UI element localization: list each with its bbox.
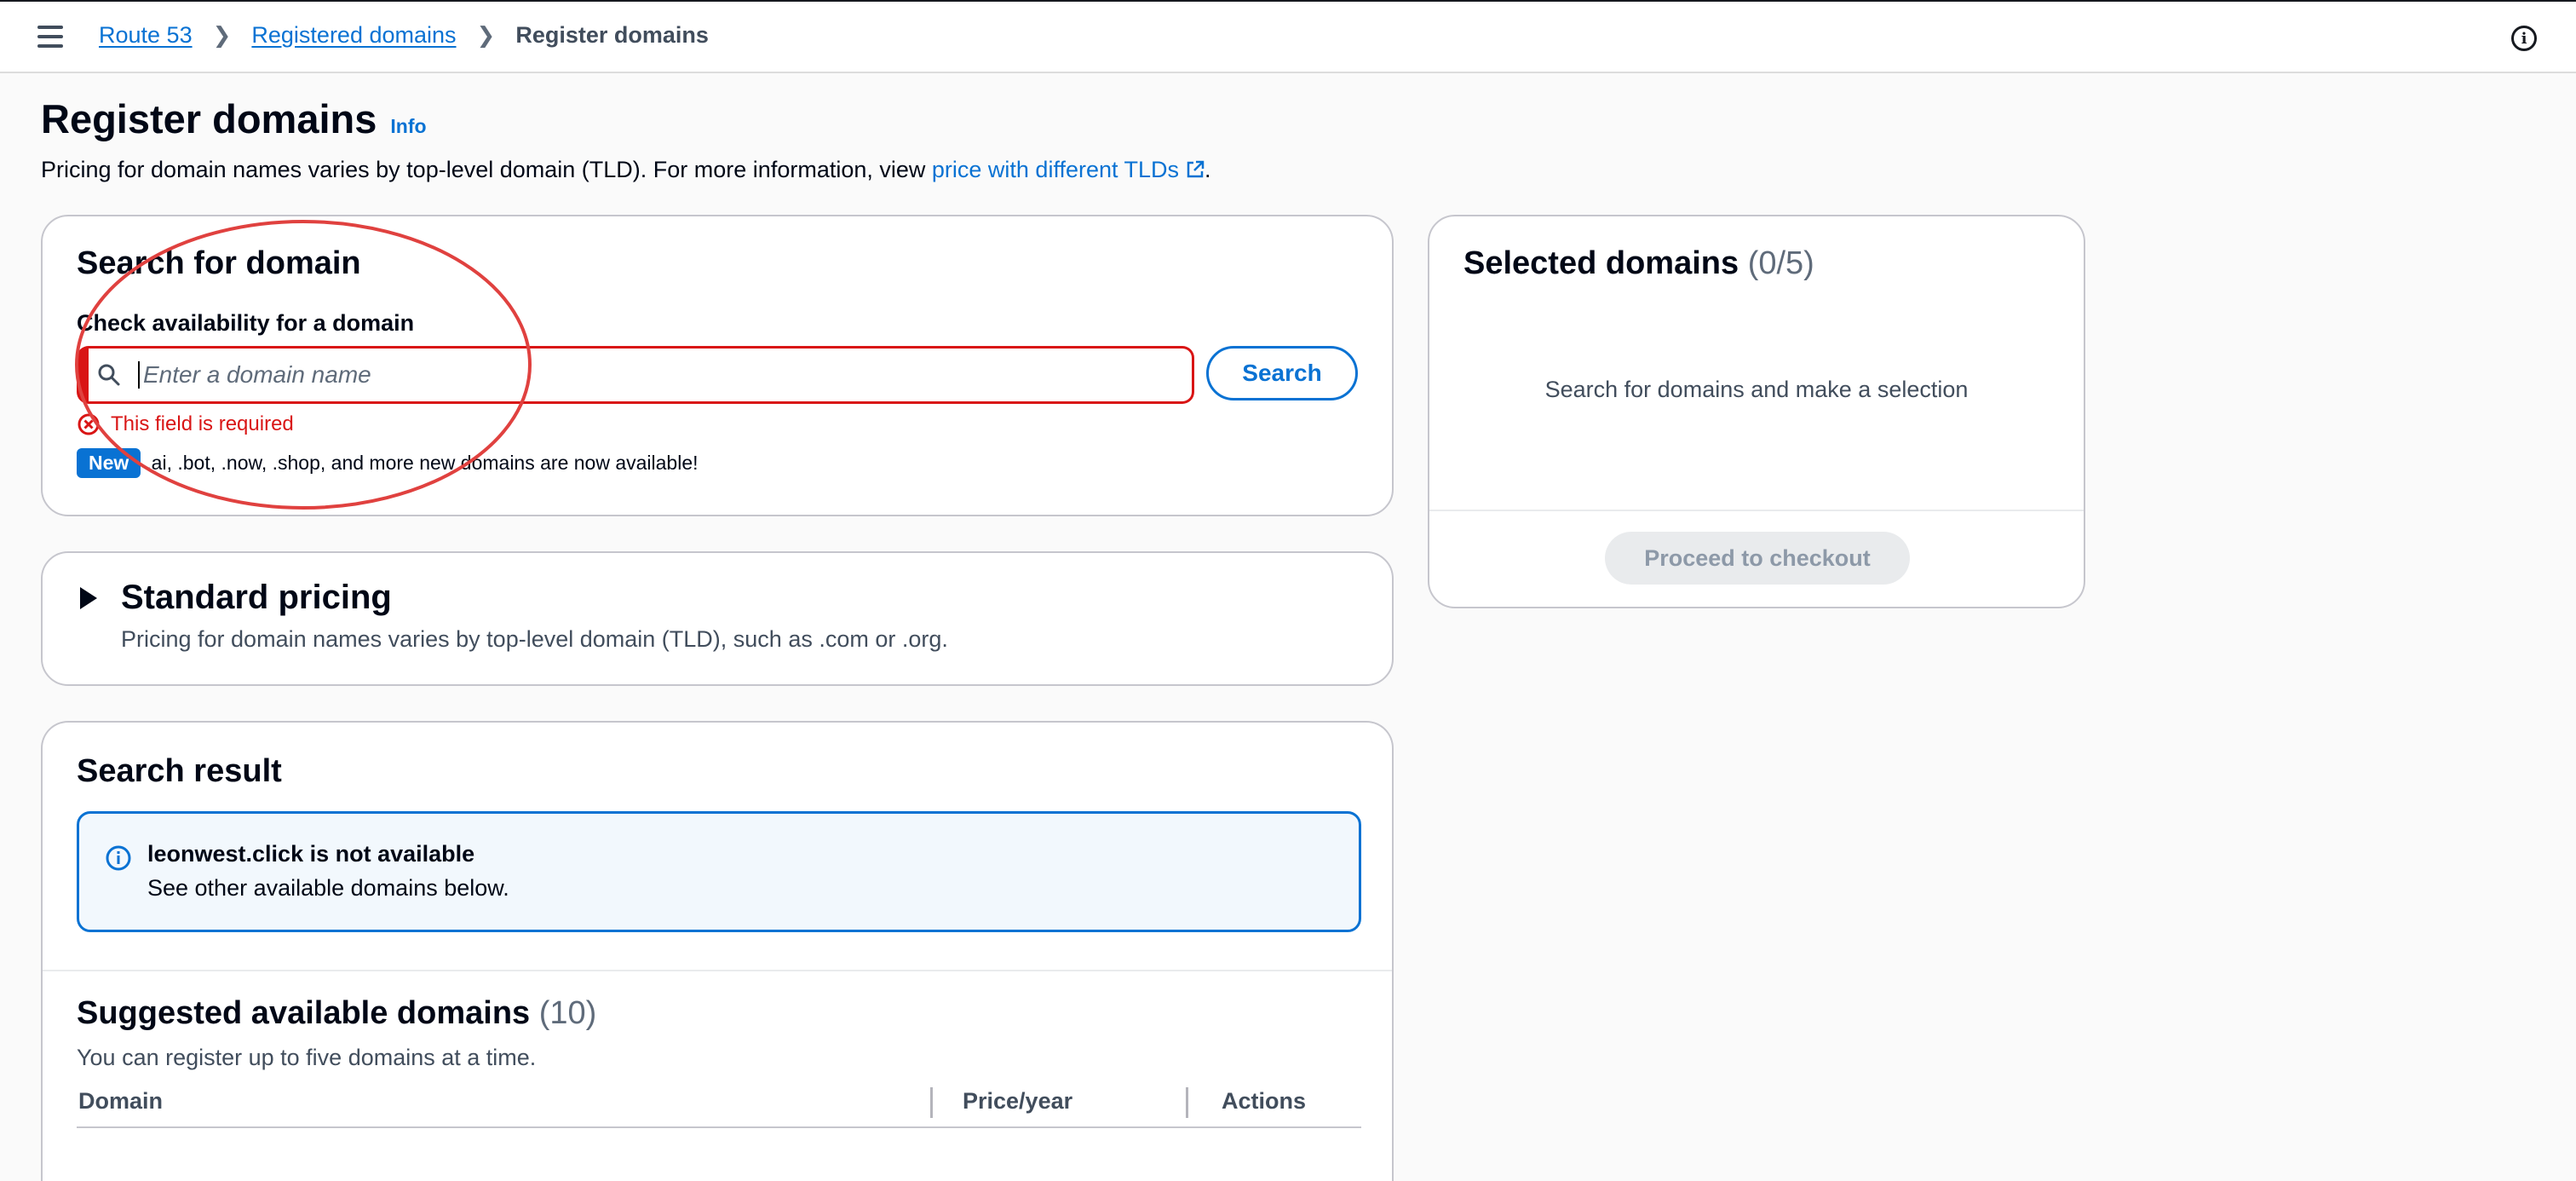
expand-caret-icon[interactable] <box>80 587 97 609</box>
page-header: Register domains Info <box>41 95 427 142</box>
breadcrumb-route53[interactable]: Route 53 <box>99 22 193 49</box>
new-tlds-notice: New .ai, .bot, .now, .shop, and more new… <box>77 448 699 478</box>
search-icon <box>98 364 120 386</box>
domain-search-field[interactable] <box>77 346 1194 404</box>
column-resizer[interactable] <box>1186 1087 1188 1118</box>
column-header-domain[interactable]: Domain <box>78 1077 163 1125</box>
error-text: This field is required <box>111 412 294 435</box>
search-button[interactable]: Search <box>1206 346 1358 400</box>
selected-domains-card: Selected domains (0/5) Search for domain… <box>1428 215 2085 608</box>
info-icon <box>106 845 131 871</box>
divider <box>1429 510 2084 511</box>
search-domain-card: Search for domain Check availability for… <box>41 215 1394 516</box>
standard-pricing-card: Standard pricing Pricing for domain name… <box>41 551 1394 686</box>
suggested-description: You can register up to five domains at a… <box>77 1045 537 1070</box>
breadcrumb-registered-domains[interactable]: Registered domains <box>251 22 456 49</box>
page-title: Register domains <box>41 96 377 141</box>
new-badge: New <box>77 448 141 478</box>
selected-title-text: Selected domains <box>1463 245 1739 281</box>
tld-pricing-link[interactable]: price with different TLDs <box>932 157 1205 182</box>
chevron-right-icon: ❯ <box>212 22 232 48</box>
breadcrumb: Route 53 ❯ Registered domains ❯ Register… <box>99 22 709 49</box>
info-icon[interactable]: i <box>2511 26 2537 51</box>
tld-pricing-link-label: price with different TLDs <box>931 157 1180 182</box>
info-link[interactable]: Info <box>390 115 426 138</box>
proceed-to-checkout-button[interactable]: Proceed to checkout <box>1605 532 1910 585</box>
divider <box>43 970 1392 971</box>
field-error: This field is required <box>77 412 294 436</box>
column-resizer[interactable] <box>930 1087 933 1118</box>
unavailable-alert: leonwest.click is not available See othe… <box>77 811 1361 932</box>
alert-body: See other available domains below. <box>147 875 509 901</box>
domain-search-input[interactable] <box>138 361 1143 389</box>
top-navigation-bar: Route 53 ❯ Registered domains ❯ Register… <box>0 0 2576 73</box>
description-suffix: . <box>1205 157 1211 182</box>
suggested-domains-title: Suggested available domains (10) <box>77 995 596 1032</box>
pricing-title[interactable]: Standard pricing <box>121 579 392 617</box>
description-text: Pricing for domain names varies by top-l… <box>41 157 932 182</box>
search-card-title: Search for domain <box>77 245 361 281</box>
chevron-right-icon: ❯ <box>476 22 496 48</box>
page-description: Pricing for domain names varies by top-l… <box>41 157 1211 183</box>
empty-selection-text: Search for domains and make a selection <box>1544 377 1969 402</box>
column-header-price[interactable]: Price/year <box>963 1077 1072 1125</box>
breadcrumb-current: Register domains <box>515 22 709 48</box>
menu-icon[interactable] <box>37 26 63 48</box>
column-header-actions: Actions <box>1222 1087 1307 1114</box>
pricing-description: Pricing for domain names varies by top-l… <box>121 626 948 652</box>
external-link-icon <box>1187 160 1205 178</box>
selected-count: (0/5) <box>1747 245 1814 281</box>
result-title: Search result <box>77 753 282 789</box>
selected-domains-title: Selected domains (0/5) <box>1463 245 1814 282</box>
alert-title: leonwest.click is not available <box>147 841 475 867</box>
domain-field-label: Check availability for a domain <box>77 310 415 336</box>
search-result-card: Search result leonwest.click is not avai… <box>41 721 1394 1181</box>
error-icon <box>78 413 100 435</box>
suggested-title-text: Suggested available domains <box>77 995 531 1031</box>
table-header: Domain Price/year Actions <box>77 1077 1361 1128</box>
new-tlds-text: .ai, .bot, .now, .shop, and more new dom… <box>146 452 699 474</box>
suggested-count: (10) <box>538 995 597 1031</box>
